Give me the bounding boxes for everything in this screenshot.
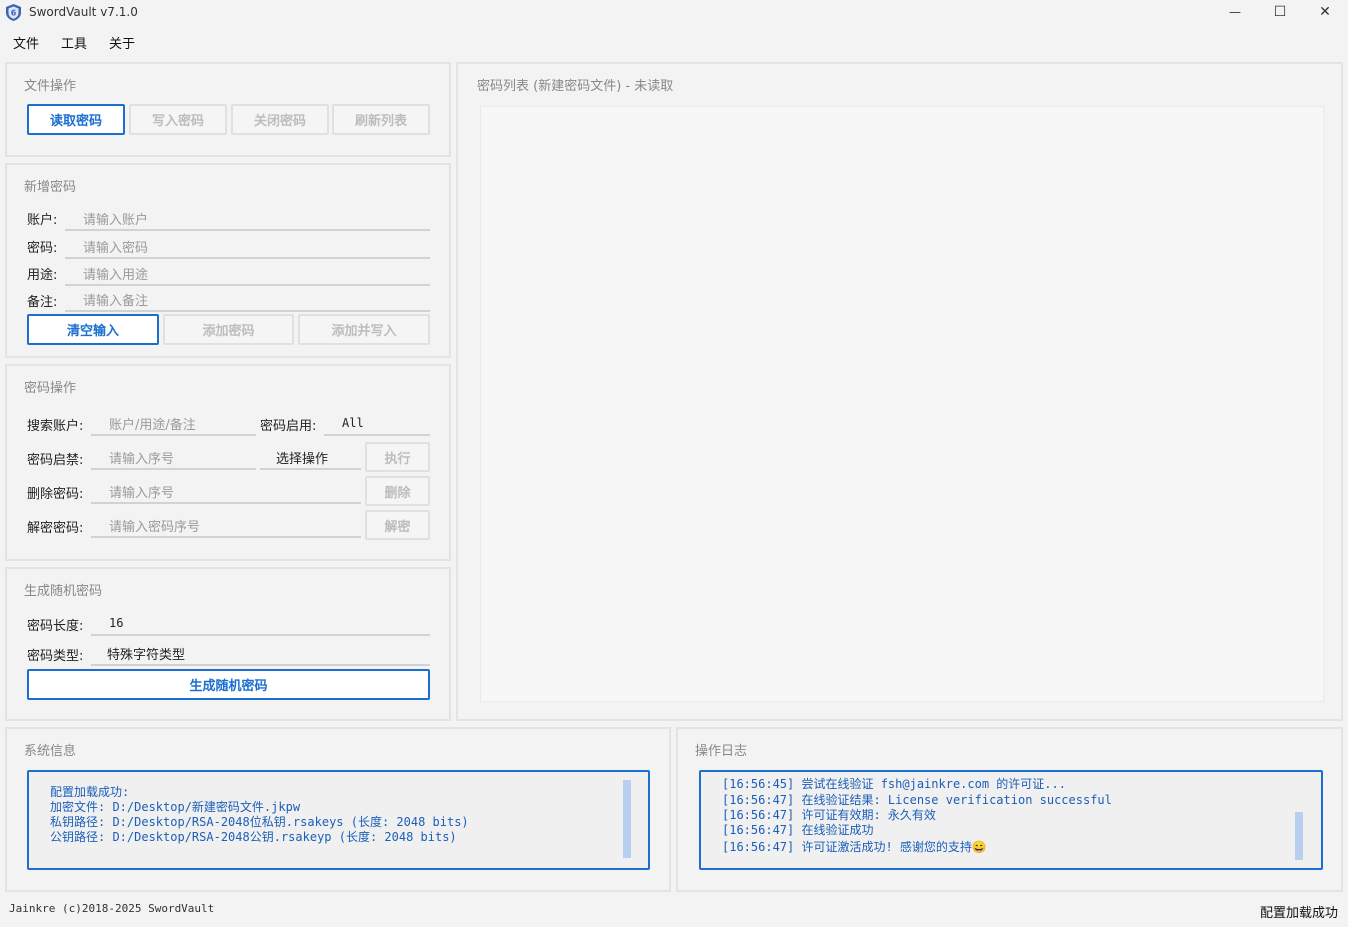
- system-info-title: 系统信息: [24, 744, 77, 759]
- minimize-button[interactable]: —: [1212, 0, 1258, 24]
- menu-bar: 文件 工具 关于: [0, 27, 1348, 55]
- operation-log-text[interactable]: [16:56:45] 尝试在线验证 fsh@jainkre.com 的许可证..…: [699, 770, 1323, 870]
- password-input[interactable]: 请输入密码: [65, 233, 430, 259]
- note-input[interactable]: 请输入备注: [65, 286, 430, 312]
- copyright-text: Jainkre (c)2018-2025 SwordVault: [9, 902, 215, 915]
- operation-log-title: 操作日志: [695, 744, 748, 759]
- log-line: [16:56:47] 许可证激活成功! 感谢您的支持😄: [722, 840, 987, 854]
- maximize-icon: ☐: [1273, 4, 1287, 20]
- operation-log-panel: 操作日志 [16:56:45] 尝试在线验证 fsh@jainkre.com 的…: [676, 727, 1343, 892]
- close-button[interactable]: ✕: [1302, 0, 1348, 24]
- length-label: 密码长度:: [27, 619, 84, 634]
- random-password-title: 生成随机密码: [24, 584, 103, 599]
- new-password-panel: 新增密码 账户: 请输入账户 密码: 请输入密码 用途: 请输入用途 备注: 请…: [5, 163, 451, 358]
- operation-log-scrollbar[interactable]: [1295, 812, 1303, 860]
- password-list[interactable]: [480, 106, 1324, 702]
- read-password-button[interactable]: 读取密码: [27, 104, 125, 135]
- password-ops-panel: 密码操作 搜索账户: 账户/用途/备注 密码启用: All 密码启禁: 请输入序…: [5, 364, 451, 561]
- system-info-text[interactable]: 配置加载成功: 加密文件: D:/Desktop/新建密码文件.jkpw 私钥路…: [27, 770, 650, 870]
- purpose-label: 用途:: [27, 268, 58, 283]
- password-ops-title: 密码操作: [24, 381, 77, 396]
- window-title: SwordVault v7.1.0: [29, 5, 138, 19]
- search-account-label: 搜索账户:: [27, 419, 84, 434]
- delete-button[interactable]: 删除: [365, 476, 430, 506]
- purpose-input[interactable]: 请输入用途: [65, 260, 430, 286]
- note-label: 备注:: [27, 295, 58, 310]
- delete-password-label: 删除密码:: [27, 487, 84, 502]
- close-icon: ✕: [1319, 4, 1331, 20]
- menu-tools[interactable]: 工具: [61, 33, 87, 52]
- search-input[interactable]: 账户/用途/备注: [91, 410, 256, 436]
- write-password-button[interactable]: 写入密码: [129, 104, 227, 135]
- close-password-button[interactable]: 关闭密码: [231, 104, 329, 135]
- length-input[interactable]: 16: [91, 610, 430, 636]
- system-info-scrollbar[interactable]: [623, 780, 631, 858]
- account-label: 账户:: [27, 213, 58, 228]
- enable-filter-select[interactable]: All: [324, 410, 430, 436]
- new-password-title: 新增密码: [24, 180, 77, 195]
- title-bar: 6 SwordVault v7.1.0 — ☐ ✕: [0, 0, 1348, 26]
- add-and-write-button[interactable]: 添加并写入: [298, 314, 430, 345]
- system-info-line: 公钥路径: D:/Desktop/RSA-2048公钥.rsakeyp (长度:…: [50, 830, 457, 844]
- minimize-icon: —: [1229, 5, 1241, 19]
- type-label: 密码类型:: [27, 649, 84, 664]
- password-list-panel: 密码列表 (新建密码文件) - 未读取: [456, 62, 1343, 721]
- refresh-list-button[interactable]: 刷新列表: [332, 104, 430, 135]
- menu-about[interactable]: 关于: [109, 33, 135, 52]
- delete-index-input[interactable]: 请输入序号: [91, 478, 361, 504]
- svg-text:6: 6: [11, 9, 17, 18]
- type-select[interactable]: 特殊字符类型: [91, 640, 430, 666]
- file-ops-panel: 文件操作 读取密码 写入密码 关闭密码 刷新列表: [5, 62, 451, 157]
- account-input[interactable]: 请输入账户: [65, 205, 430, 231]
- select-action-dropdown[interactable]: 选择操作: [260, 444, 361, 470]
- shield-app-icon: 6: [6, 4, 21, 21]
- decrypt-password-label: 解密密码:: [27, 521, 84, 536]
- clear-input-button[interactable]: 清空输入: [27, 314, 159, 345]
- maximize-button[interactable]: ☐: [1257, 0, 1303, 24]
- status-message: 配置加载成功: [1259, 906, 1338, 921]
- toggle-index-input[interactable]: 请输入序号: [91, 444, 256, 470]
- decrypt-button[interactable]: 解密: [365, 510, 430, 540]
- menu-file[interactable]: 文件: [13, 33, 39, 52]
- password-list-title: 密码列表 (新建密码文件) - 未读取: [477, 79, 674, 94]
- system-info-panel: 系统信息 配置加载成功: 加密文件: D:/Desktop/新建密码文件.jkp…: [5, 727, 671, 892]
- decrypt-index-input[interactable]: 请输入密码序号: [91, 512, 361, 538]
- file-ops-title: 文件操作: [24, 79, 77, 94]
- add-password-button[interactable]: 添加密码: [163, 314, 294, 345]
- log-line: [16:56:47] 在线验证成功: [722, 823, 874, 837]
- enable-filter-label: 密码启用:: [260, 419, 317, 434]
- execute-button[interactable]: 执行: [365, 442, 430, 472]
- random-password-panel: 生成随机密码 密码长度: 16 密码类型: 特殊字符类型 生成随机密码: [5, 567, 451, 721]
- toggle-password-label: 密码启禁:: [27, 453, 84, 468]
- generate-random-password-button[interactable]: 生成随机密码: [27, 669, 430, 700]
- log-line: [16:56:45] 尝试在线验证 fsh@jainkre.com 的许可证..…: [722, 777, 1066, 791]
- password-label: 密码:: [27, 241, 58, 256]
